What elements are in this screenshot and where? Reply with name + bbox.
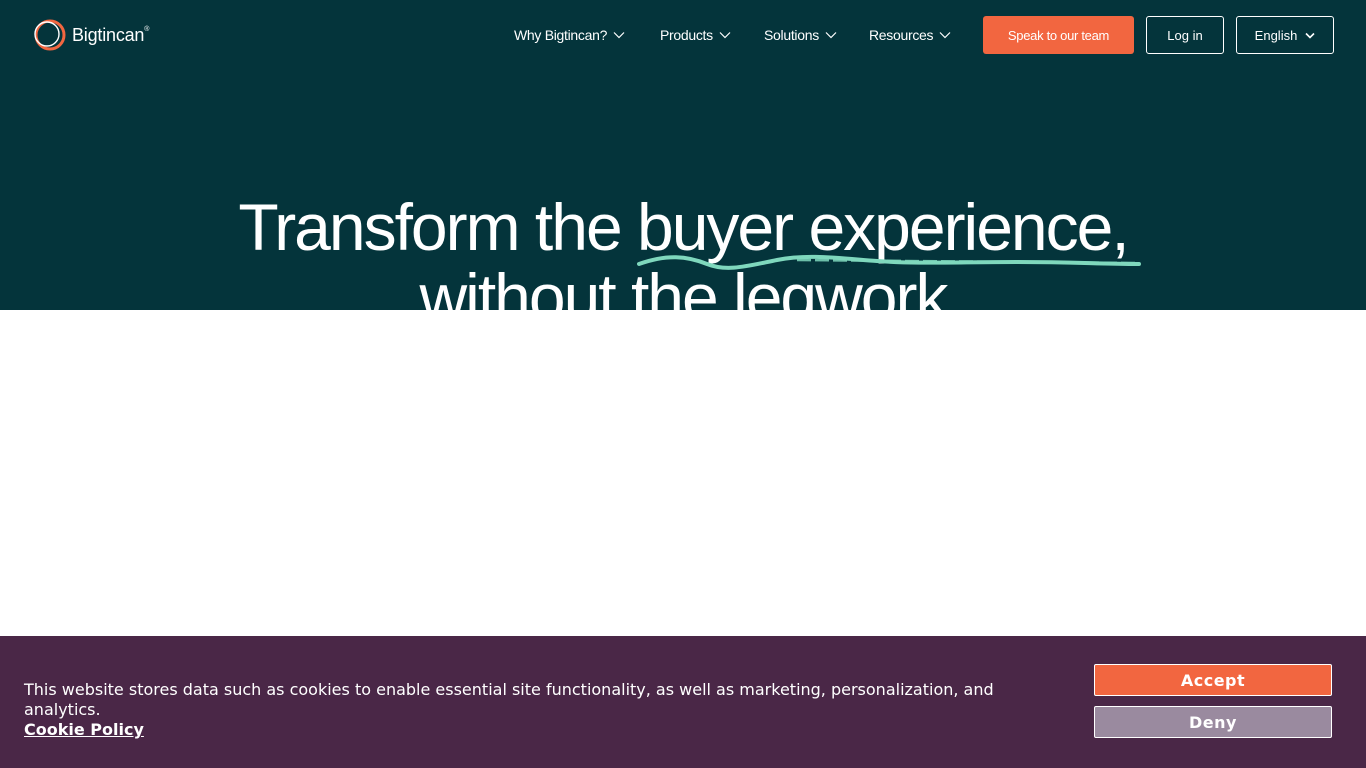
chevron-down-icon bbox=[1305, 32, 1315, 39]
language-label: English bbox=[1254, 27, 1298, 43]
hero-headline: Transform the buyer experience, without … bbox=[0, 192, 1366, 310]
chevron-down-icon bbox=[719, 32, 731, 39]
squiggle-underline-icon bbox=[637, 254, 1142, 270]
nav-item-label: Resources bbox=[869, 27, 934, 43]
login-button[interactable]: Log in bbox=[1146, 16, 1224, 54]
deny-cookies-button[interactable]: Deny bbox=[1094, 706, 1332, 738]
circle-logo-icon bbox=[34, 19, 66, 51]
nav-item-solutions[interactable]: Solutions bbox=[764, 16, 837, 54]
brand-logo[interactable]: Bigtincan® bbox=[32, 17, 149, 53]
nav-item-why-bigtincan[interactable]: Why Bigtincan? bbox=[514, 16, 625, 54]
nav-item-products[interactable]: Products bbox=[660, 16, 731, 54]
headline-part1: Transform the bbox=[238, 190, 638, 264]
chevron-down-icon bbox=[613, 32, 625, 39]
chevron-down-icon bbox=[939, 32, 951, 39]
nav-item-label: Why Bigtincan? bbox=[514, 27, 608, 43]
page-body bbox=[0, 310, 1366, 636]
nav-item-resources[interactable]: Resources bbox=[869, 16, 951, 54]
accept-cookies-button[interactable]: Accept bbox=[1094, 664, 1332, 696]
brand-wordmark: Bigtincan® bbox=[72, 24, 150, 45]
nav-item-label: Products bbox=[660, 27, 713, 43]
speak-to-team-button[interactable]: Speak to our team bbox=[983, 16, 1134, 54]
cookie-message-text: This website stores data such as cookies… bbox=[24, 680, 994, 719]
chevron-down-icon bbox=[825, 32, 837, 39]
headline-accent: buyer experience, bbox=[637, 192, 1142, 270]
cookie-message: This website stores data such as cookies… bbox=[24, 680, 1074, 740]
nav-item-label: Solutions bbox=[764, 27, 819, 43]
cookie-policy-link[interactable]: Cookie Policy bbox=[24, 720, 1074, 740]
hero-section: Bigtincan® Why Bigtincan? Products Solut… bbox=[0, 0, 1366, 310]
language-selector[interactable]: English bbox=[1236, 16, 1334, 54]
